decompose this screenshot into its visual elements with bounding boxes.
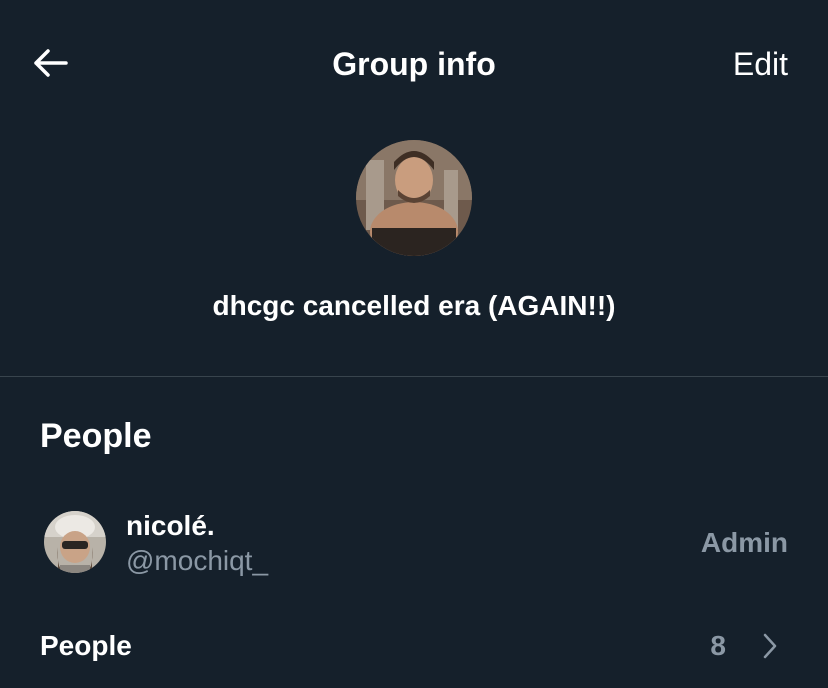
member-handle: @mochiqt_ (126, 545, 269, 576)
group-avatar[interactable] (356, 140, 472, 256)
edit-button[interactable]: Edit (733, 44, 788, 84)
people-label: People (40, 630, 132, 661)
group-avatar-image (356, 140, 472, 256)
section-divider (0, 376, 828, 377)
page-title: Group info (332, 46, 496, 82)
people-count: 8 (710, 630, 726, 661)
chevron-right-icon (763, 633, 777, 659)
people-list-link[interactable]: People 8 (0, 612, 828, 682)
member-name: nicolé. (126, 510, 215, 541)
group-name: dhcgc cancelled era (AGAIN!!) (212, 290, 616, 321)
avatar (44, 511, 106, 573)
people-section-title: People (40, 417, 152, 455)
admin-badge: Admin (700, 527, 788, 558)
member-row[interactable]: nicolé. @mochiqt_ Admin (0, 500, 828, 590)
top-bar: Group info Edit (0, 0, 828, 128)
